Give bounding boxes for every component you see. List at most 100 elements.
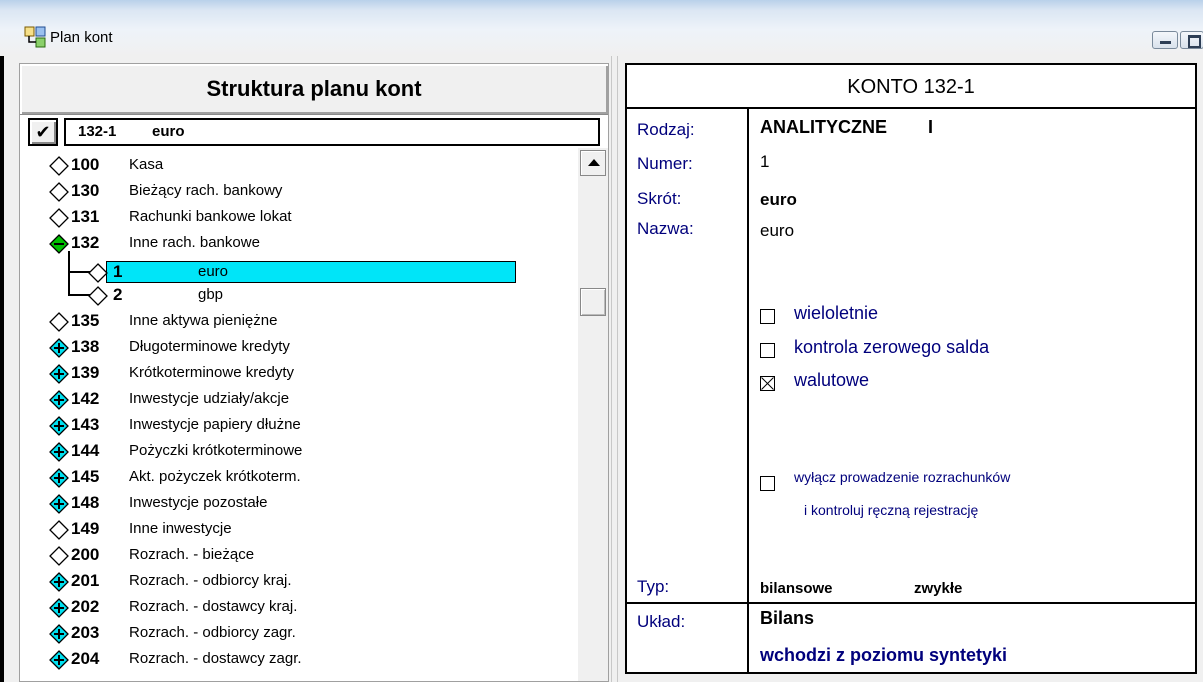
- scroll-up-button[interactable]: [580, 150, 606, 176]
- tree-item-130[interactable]: 130 Bieżący rach. bankowy: [20, 178, 570, 204]
- expand-plus-icon[interactable]: [49, 390, 69, 410]
- diamond-empty-icon: [49, 312, 69, 332]
- walutowe-checkbox[interactable]: [760, 376, 775, 391]
- tree-item-number: 143: [71, 415, 100, 434]
- maximize-icon: [1188, 35, 1201, 48]
- section-divider: [627, 602, 1195, 604]
- column-divider: [747, 107, 749, 672]
- rodzaj-level: I: [928, 117, 934, 137]
- diamond-empty-icon: [49, 546, 69, 566]
- selected-account-row: ✔ 132-1 euro: [24, 116, 600, 148]
- rodzaj-value: ANALITYCZNE: [760, 117, 887, 137]
- expand-plus-icon[interactable]: [49, 494, 69, 514]
- expand-plus-icon[interactable]: [49, 650, 69, 670]
- nazwa-value: euro: [760, 221, 795, 240]
- tree-item-label: Bieżący rach. bankowy: [129, 182, 283, 199]
- walutowe-label: walutowe: [794, 370, 870, 390]
- skrot-value: euro: [760, 190, 797, 209]
- tree-item-number: 142: [71, 389, 100, 408]
- uklad-value: Bilans: [760, 608, 815, 628]
- tree-item-label: Akt. pożyczek krótkoterm.: [129, 468, 301, 485]
- panel-splitter[interactable]: [611, 56, 618, 682]
- account-structure-panel: Struktura planu kont ✔ 132-1 euro 100 Ka…: [19, 63, 609, 682]
- rodzaj-label: Rodzaj:: [637, 120, 695, 139]
- tree-subitem-132-1[interactable]: 1 euro: [20, 261, 570, 283]
- tree-item-144[interactable]: 144 Pożyczki krótkoterminowe: [20, 438, 570, 464]
- expand-plus-icon[interactable]: [49, 364, 69, 384]
- check-icon: ✔: [35, 122, 51, 142]
- exclude-settlements-checkbox[interactable]: [760, 476, 775, 491]
- tree-item-label: Rozrach. - odbiorcy kraj.: [129, 572, 292, 589]
- expand-plus-icon[interactable]: [49, 416, 69, 436]
- tree-item-number: 203: [71, 623, 100, 642]
- tree-item-label: Rozrach. - odbiorcy zagr.: [129, 624, 296, 641]
- expand-plus-icon[interactable]: [49, 572, 69, 592]
- tree-item-label: Rozrach. - dostawcy kraj.: [129, 598, 298, 615]
- tree-item-label: Inwestycje papiery dłużne: [129, 416, 301, 433]
- wieloletnie-label: wieloletnie: [794, 303, 879, 323]
- tree-item-202[interactable]: 202 Rozrach. - dostawcy kraj.: [20, 594, 570, 620]
- expand-plus-icon[interactable]: [49, 442, 69, 462]
- account-details-panel: KONTO 132-1 Rodzaj: ANALITYCZNE I Numer:…: [625, 63, 1197, 674]
- scroll-thumb[interactable]: [580, 288, 606, 316]
- tree-item-132[interactable]: 132 Inne rach. bankowe: [20, 230, 570, 256]
- tree-item-number: 204: [71, 649, 100, 668]
- account-tree: 100 Kasa 130 Bieżący rach. bankowy 131 R…: [20, 148, 570, 681]
- tree-item-label: Kasa: [129, 156, 164, 173]
- collapse-minus-icon[interactable]: [49, 234, 69, 254]
- selected-account-number: 132-1: [78, 123, 117, 140]
- tree-item-149[interactable]: 149 Inne inwestycje: [20, 516, 570, 542]
- typ-value-2: zwykłe: [914, 580, 963, 597]
- account-title: KONTO 132-1: [627, 65, 1195, 109]
- tree-item-135[interactable]: 135 Inne aktywa pieniężne: [20, 308, 570, 334]
- tree-subitem-132-2[interactable]: 2 gbp: [20, 284, 570, 306]
- skrot-label: Skrót:: [637, 189, 682, 208]
- tree-item-131[interactable]: 131 Rachunki bankowe lokat: [20, 204, 570, 230]
- tree-scrollbar[interactable]: [578, 148, 608, 681]
- numer-value: 1: [760, 152, 770, 171]
- tree-item-201[interactable]: 201 Rozrach. - odbiorcy kraj.: [20, 568, 570, 594]
- tree-item-number: 132: [71, 233, 100, 252]
- wieloletnie-checkbox[interactable]: [760, 309, 775, 324]
- diamond-empty-icon: [88, 286, 108, 306]
- accounts-tree-icon: [24, 26, 46, 48]
- expand-plus-icon[interactable]: [49, 468, 69, 488]
- tree-item-100[interactable]: 100 Kasa: [20, 152, 570, 178]
- tree-item-142[interactable]: 142 Inwestycje udziały/akcje: [20, 386, 570, 412]
- diamond-empty-icon: [88, 263, 108, 283]
- exclude-settlements-label-2: i kontroluj ręczną rejestrację: [804, 502, 979, 518]
- tree-item-label: euro: [198, 263, 229, 280]
- tree-item-139[interactable]: 139 Krótkoterminowe kredyty: [20, 360, 570, 386]
- kontrola-salda-checkbox[interactable]: [760, 343, 775, 358]
- tree-item-145[interactable]: 145 Akt. pożyczek krótkoterm.: [20, 464, 570, 490]
- confirm-button[interactable]: ✔: [28, 118, 58, 146]
- tree-item-148[interactable]: 148 Inwestycje pozostałe: [20, 490, 570, 516]
- arrow-up-icon: [588, 159, 600, 166]
- tree-item-number: 202: [71, 597, 100, 616]
- tree-item-number: 200: [71, 545, 100, 564]
- uklad-label: Układ:: [637, 612, 686, 631]
- diamond-empty-icon: [49, 182, 69, 202]
- tree-item-number: 1: [113, 262, 123, 281]
- tree-item-204[interactable]: 204 Rozrach. - dostawcy zagr.: [20, 646, 570, 672]
- selected-account-field[interactable]: 132-1 euro: [64, 118, 600, 146]
- tree-item-label: Rozrach. - bieżące: [129, 546, 255, 563]
- selected-account-name: euro: [152, 123, 185, 140]
- maximize-button[interactable]: [1180, 31, 1203, 49]
- tree-item-138[interactable]: 138 Długoterminowe kredyty: [20, 334, 570, 360]
- tree-item-label: Rozrach. - dostawcy zagr.: [129, 650, 302, 667]
- tree-item-label: gbp: [198, 286, 224, 303]
- tree-item-143[interactable]: 143 Inwestycje papiery dłużne: [20, 412, 570, 438]
- tree-item-number: 148: [71, 493, 100, 512]
- tree-item-203[interactable]: 203 Rozrach. - odbiorcy zagr.: [20, 620, 570, 646]
- selection-highlight: [106, 261, 516, 283]
- tree-item-number: 131: [71, 207, 100, 226]
- tree-item-number: 145: [71, 467, 100, 486]
- expand-plus-icon[interactable]: [49, 624, 69, 644]
- tree-item-200[interactable]: 200 Rozrach. - bieżące: [20, 542, 570, 568]
- typ-label: Typ:: [637, 577, 670, 596]
- tree-item-number: 130: [71, 181, 100, 200]
- expand-plus-icon[interactable]: [49, 338, 69, 358]
- expand-plus-icon[interactable]: [49, 598, 69, 618]
- minimize-button[interactable]: [1152, 31, 1178, 49]
